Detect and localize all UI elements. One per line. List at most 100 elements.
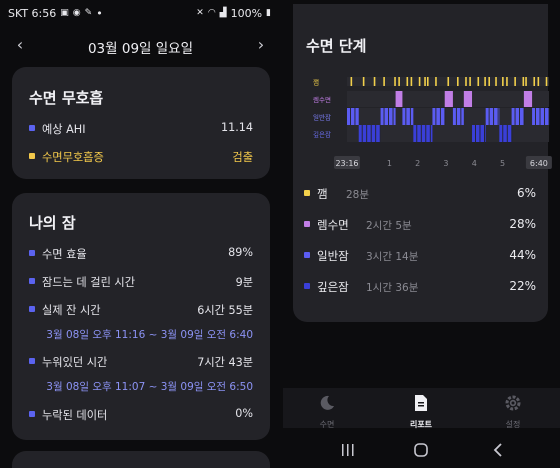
segment-stripe [409, 108, 411, 125]
stage-duration: 3시간 14분 [366, 251, 419, 263]
row-label: 잠드는 데 걸린 시간 [42, 276, 136, 289]
segment-stripe [519, 108, 521, 125]
hypnogram-svg: 깸렘수면일반잠깊은잠 23:16 1 2 3 4 5 6:40 [313, 77, 552, 169]
stage-duration: 28분 [346, 189, 370, 201]
stage-rem-row: 렘수면 2시간 5분 28% [304, 216, 536, 232]
ahi-row: 예상 AHI 11.14 [29, 120, 253, 136]
segment-stripe [444, 108, 446, 125]
stage-percent: 44% [509, 248, 536, 262]
segment-stripe [544, 108, 545, 125]
segment-stripe [383, 108, 385, 125]
home-icon [414, 443, 428, 457]
battery-icon: ▮ [266, 8, 271, 18]
awake-mark [373, 77, 376, 86]
awake-mark [525, 77, 527, 86]
efficiency-row: 수면 효율 89% [29, 245, 253, 261]
awake-mark [506, 77, 508, 86]
my-sleep-card[interactable]: 나의 잠 수면 효율 89% 잠드는 데 걸린 시간 9분 실제 잔 시간 6시… [12, 193, 270, 440]
segment-stripe [511, 125, 513, 142]
segment-stripe [535, 108, 536, 125]
stage-color-swatch [304, 221, 310, 227]
awake-mark [495, 77, 497, 86]
segment-stripe [361, 125, 363, 142]
recent-apps-button[interactable] [333, 441, 363, 459]
bullet [29, 358, 35, 364]
sleep-apnea-card[interactable]: 수면 무호흡 예상 AHI 11.14 수면무호흡증 검출 [12, 67, 270, 179]
x-tick-label: 4 [472, 159, 477, 168]
stage-axis-label: 깊은잠 [313, 130, 331, 139]
segment-stripe [455, 108, 457, 125]
segment-stripe [506, 125, 508, 142]
sleep-stages-card[interactable]: 수면 단계 깸 렘수면 일반잠 깊은잠 23:16 1 2 3 4 5 6:40 깸 28분 6% … [293, 4, 552, 322]
mute-icon: ✕ [196, 8, 204, 18]
row-value: 89% [228, 246, 253, 259]
hypnogram-segment [452, 108, 464, 125]
awake-mark [406, 77, 409, 86]
bullet [29, 306, 35, 312]
next-day-button[interactable]: › [251, 35, 271, 54]
segment-stripe [405, 108, 407, 125]
nav-label: 수면 [319, 420, 335, 429]
hypnogram-segment [511, 108, 524, 125]
card-title: 나의 잠 [29, 214, 76, 232]
row-label: 누워있던 시간 [42, 356, 108, 369]
bullet [29, 250, 35, 256]
x-tick-label: 3 [443, 159, 448, 168]
x-tick-label: 2 [415, 159, 420, 168]
segment-stripe [439, 108, 441, 125]
row-value: 6시간 55분 [197, 304, 253, 317]
segment-stripe [484, 125, 485, 142]
hypnogram-segment [444, 91, 453, 107]
system-navigation-bar [283, 432, 560, 468]
awake-mark [537, 77, 540, 86]
hypnogram-segment [347, 108, 359, 125]
awake-mark [383, 77, 385, 86]
awake-mark [514, 77, 516, 86]
next-card-peek[interactable] [12, 451, 270, 468]
hypnogram-segment [523, 91, 533, 107]
stage-duration: 2시간 5분 [366, 220, 412, 232]
stage-axis-label: 일반잠 [313, 113, 331, 122]
segment-stripe [392, 108, 394, 125]
awake-mark [457, 77, 459, 86]
awake-mark [447, 77, 450, 86]
awake-mark [410, 77, 413, 86]
row-value: 11.14 [220, 121, 253, 134]
right-screen: 수면 단계 깸 렘수면 일반잠 깊은잠 23:16 1 2 3 4 5 6:40 깸 28분 6% … [283, 0, 560, 468]
latency-row: 잠드는 데 걸린 시간 9분 [29, 273, 253, 289]
stage-color-swatch [304, 190, 310, 196]
x-tick-label: 1 [387, 159, 392, 168]
apnea-detected-row: 수면무호흡증 검출 [29, 148, 253, 164]
awake-mark [469, 77, 471, 86]
home-button[interactable] [406, 441, 436, 459]
segment-stripe [370, 125, 372, 142]
awake-mark [477, 77, 480, 86]
bullet [29, 278, 35, 284]
nav-label: 설정 [505, 420, 521, 429]
segment-stripe [502, 125, 504, 142]
battery-level: 100% [230, 7, 263, 20]
stage-light-row: 일반잠 3시간 14분 44% [304, 247, 536, 263]
nav-settings[interactable]: 설정 [483, 394, 543, 430]
hypnogram-segment [472, 125, 486, 142]
awake-mark [424, 77, 426, 86]
awake-mark [488, 77, 490, 86]
status-bar: SKT 6:56 ▣ ◉ ✎ • ✕ ◠ ▟ 100% ▮ [0, 0, 281, 26]
hypnogram-segment [499, 125, 512, 142]
actual-sleep-row: 실제 잔 시간 6시간 55분 [29, 301, 253, 317]
stage-duration: 1시간 36분 [366, 282, 419, 294]
segment-stripe [416, 125, 418, 142]
stage-name: 렘수면 [317, 218, 349, 232]
segment-stripe [388, 108, 389, 125]
back-button[interactable] [483, 441, 513, 459]
notification-dot: • [96, 7, 103, 20]
bottom-navigation: 수면 리포트 설정 [283, 388, 560, 430]
row-label: 수면무호흡증 [42, 151, 104, 164]
stage-color-swatch [304, 283, 310, 289]
nav-report[interactable]: 리포트 [391, 394, 451, 430]
segment-stripe [366, 125, 368, 142]
nav-sleep[interactable]: 수면 [297, 394, 357, 430]
row-value: 검출 [232, 151, 253, 164]
segment-stripe [350, 108, 351, 125]
stage-awake-row: 깸 28분 6% [304, 185, 536, 201]
